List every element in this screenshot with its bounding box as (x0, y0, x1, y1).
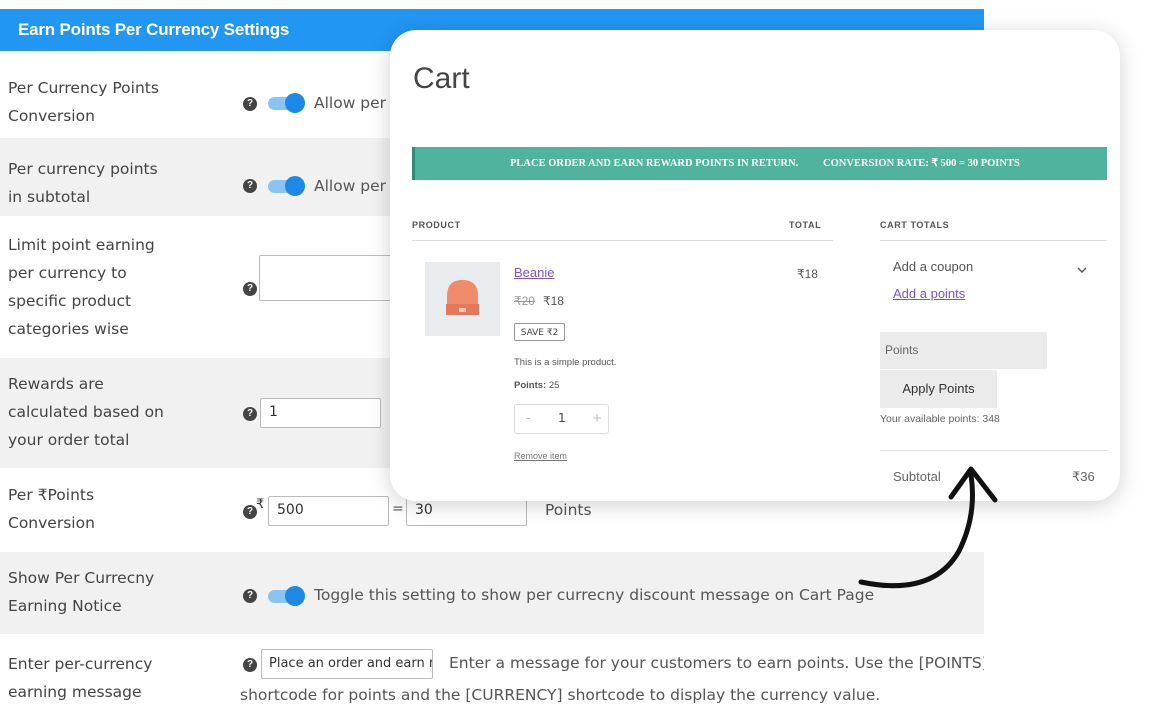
banner-message: PLACE ORDER AND EARN REWARD POINTS IN RE… (510, 158, 799, 169)
add-points-link[interactable]: Add a points (893, 286, 965, 301)
quantity-stepper[interactable]: - 1 + (514, 404, 609, 434)
earning-message-input[interactable]: Place an order and earn r (261, 649, 433, 679)
product-old-price: ₹20 (514, 294, 535, 308)
earning-message-description: Enter a message for your customers to ea… (449, 654, 984, 672)
currency-amount-input[interactable]: 500 (268, 496, 389, 526)
available-points: Your available points: 348 (880, 413, 1000, 425)
save-badge: SAVE ₹2 (514, 323, 565, 341)
help-icon[interactable]: ? (243, 282, 257, 296)
help-icon[interactable]: ? (243, 589, 257, 603)
row-label: Rewards are calculated based on your ord… (8, 375, 164, 449)
toggle-description: Toggle this setting to show per currecny… (314, 586, 875, 604)
show-earning-notice-toggle[interactable] (268, 586, 305, 606)
divider (412, 240, 833, 241)
banner-conversion-rate: CONVERSION RATE: ₹ 500 = 30 POINTS (823, 158, 1020, 169)
divider (880, 240, 1107, 241)
help-icon[interactable]: ? (243, 658, 257, 672)
row-label: Limit point earning per currency to spec… (8, 236, 155, 338)
row-show-earning-notice: Show Per Currecny Earning Notice ? Toggl… (0, 552, 984, 634)
qty-value[interactable]: 1 (558, 411, 566, 425)
row-label: Enter per-currency earning message (8, 655, 153, 701)
row-earning-message: Enter per-currency earning message ? Pla… (0, 634, 984, 718)
points-input[interactable]: Points (880, 332, 1047, 369)
cart-preview-card: Cart PLACE ORDER AND EARN REWARD POINTS … (390, 30, 1120, 501)
toggle-description: Allow per c (314, 177, 400, 195)
curved-arrow-icon (855, 455, 1005, 604)
earning-message-description-2: shortcode for points and the [CURRENCY] … (240, 686, 881, 704)
row-label: Per currency points in subtotal (8, 160, 158, 206)
currency-symbol: ₹ (256, 497, 265, 512)
divider (880, 450, 1107, 451)
equals-sign: = (392, 501, 404, 517)
product-name-link[interactable]: Beanie (514, 265, 554, 280)
add-coupon-toggle[interactable]: Add a coupon (893, 259, 973, 274)
product-total: ₹18 (797, 267, 818, 281)
row-label: Show Per Currecny Earning Notice (8, 569, 155, 615)
cart-title: Cart (413, 62, 470, 95)
beanie-image (425, 262, 500, 336)
points-label: Points (545, 501, 592, 519)
chevron-down-icon[interactable] (1076, 260, 1088, 279)
per-currency-subtotal-toggle[interactable] (268, 176, 305, 196)
apply-points-button[interactable]: Apply Points (880, 370, 997, 408)
row-label: Per ₹Points Conversion (8, 486, 95, 532)
col-cart-totals: CART TOTALS (880, 220, 950, 230)
product-points: Points: 25 (514, 380, 560, 391)
toggle-description: Allow per c (314, 94, 400, 112)
product-description: This is a simple product. (514, 357, 617, 368)
product-price: ₹18 (543, 294, 564, 308)
help-icon[interactable]: ? (243, 179, 257, 193)
qty-minus-button[interactable]: - (526, 411, 530, 425)
col-total: TOTAL (789, 220, 822, 230)
help-icon[interactable]: ? (243, 407, 257, 421)
row-label: Per Currency Points Conversion (8, 79, 159, 125)
qty-plus-button[interactable]: + (592, 411, 602, 425)
help-icon[interactable]: ? (243, 97, 257, 111)
remove-item-link[interactable]: Remove item (514, 451, 567, 461)
col-product: PRODUCT (412, 220, 461, 230)
help-icon[interactable]: ? (243, 505, 257, 519)
earning-notice-banner: PLACE ORDER AND EARN REWARD POINTS IN RE… (412, 147, 1107, 180)
order-total-input[interactable]: 1 (260, 398, 381, 428)
subtotal-value: ₹36 (1072, 469, 1095, 484)
per-currency-conversion-toggle[interactable] (268, 93, 305, 113)
